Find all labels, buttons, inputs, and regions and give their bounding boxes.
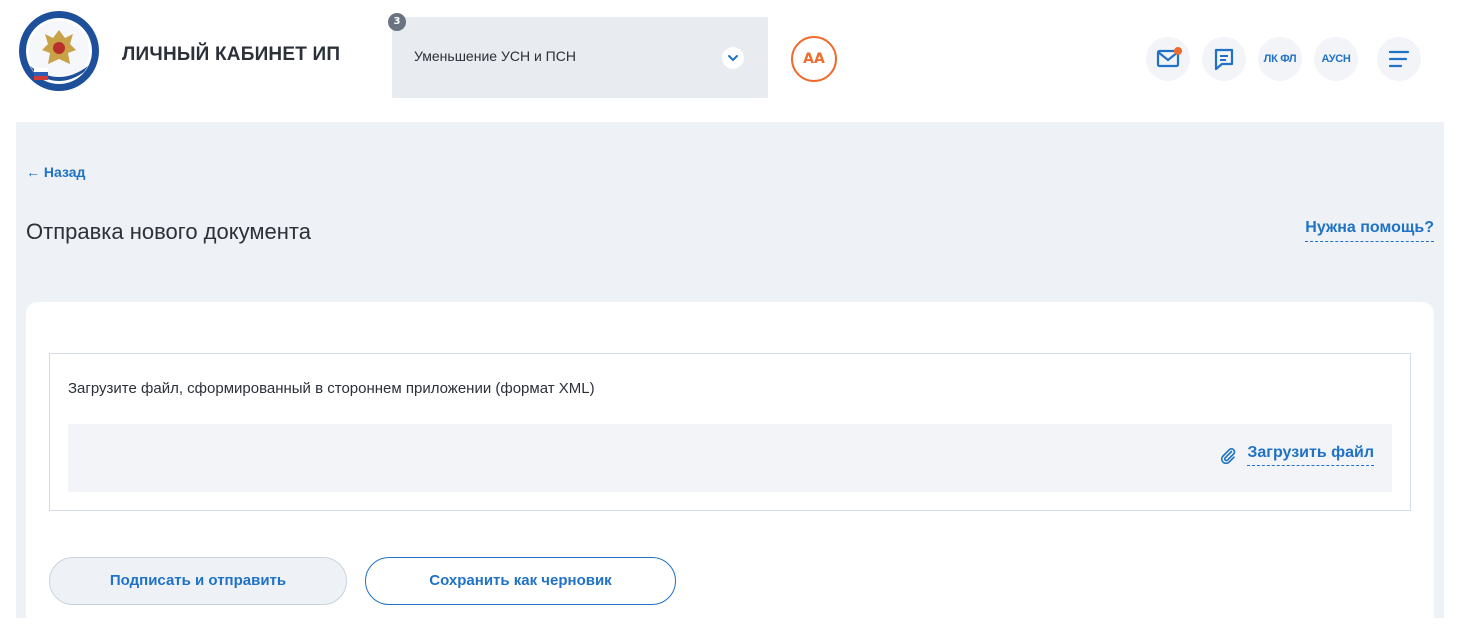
help-link[interactable]: Нужна помощь? xyxy=(1305,219,1434,242)
chevron-down-icon[interactable] xyxy=(722,47,744,69)
tax-mode-value: Уменьшение УСН и ПСН xyxy=(414,48,576,64)
save-draft-button[interactable]: Сохранить как черновик xyxy=(365,557,676,605)
lk-fl-button[interactable]: ЛК ФЛ xyxy=(1258,37,1302,81)
mode-count-badge: 3 xyxy=(388,13,406,31)
cabinet-title: ЛИЧНЫЙ КАБИНЕТ ИП xyxy=(122,44,341,65)
upload-hint: Загрузите файл, сформированный в сторонн… xyxy=(68,380,595,397)
upload-dropzone[interactable]: Загрузить файл xyxy=(68,424,1392,492)
messages-button[interactable] xyxy=(1202,37,1246,81)
fns-emblem-logo[interactable] xyxy=(18,10,100,92)
envelope-icon xyxy=(1156,49,1180,68)
paperclip-icon xyxy=(1221,448,1236,464)
chat-icon xyxy=(1214,48,1234,71)
upload-file-label: Загрузить файл xyxy=(1247,444,1374,466)
main-content: ← Назад Отправка нового документа Нужна … xyxy=(16,122,1444,632)
document-card: Загрузите файл, сформированный в сторонн… xyxy=(26,302,1434,632)
menu-button[interactable] xyxy=(1377,37,1421,81)
ausn-button[interactable]: АУСН xyxy=(1314,37,1358,81)
tax-mode-select[interactable]: Уменьшение УСН и ПСН xyxy=(392,17,768,98)
mail-button[interactable] xyxy=(1146,37,1190,81)
unread-dot xyxy=(1174,47,1182,55)
upload-section: Загрузите файл, сформированный в сторонн… xyxy=(49,353,1411,511)
upload-file-link[interactable]: Загрузить файл xyxy=(1219,444,1374,466)
hamburger-icon xyxy=(1388,50,1410,68)
back-link[interactable]: ← Назад xyxy=(26,164,85,180)
sign-and-send-button[interactable]: Подписать и отправить xyxy=(49,557,347,605)
page-title: Отправка нового документа xyxy=(26,219,311,244)
user-avatar[interactable]: АА xyxy=(791,36,837,82)
top-header: ЛИЧНЫЙ КАБИНЕТ ИП Уменьшение УСН и ПСН 3… xyxy=(0,0,1460,122)
